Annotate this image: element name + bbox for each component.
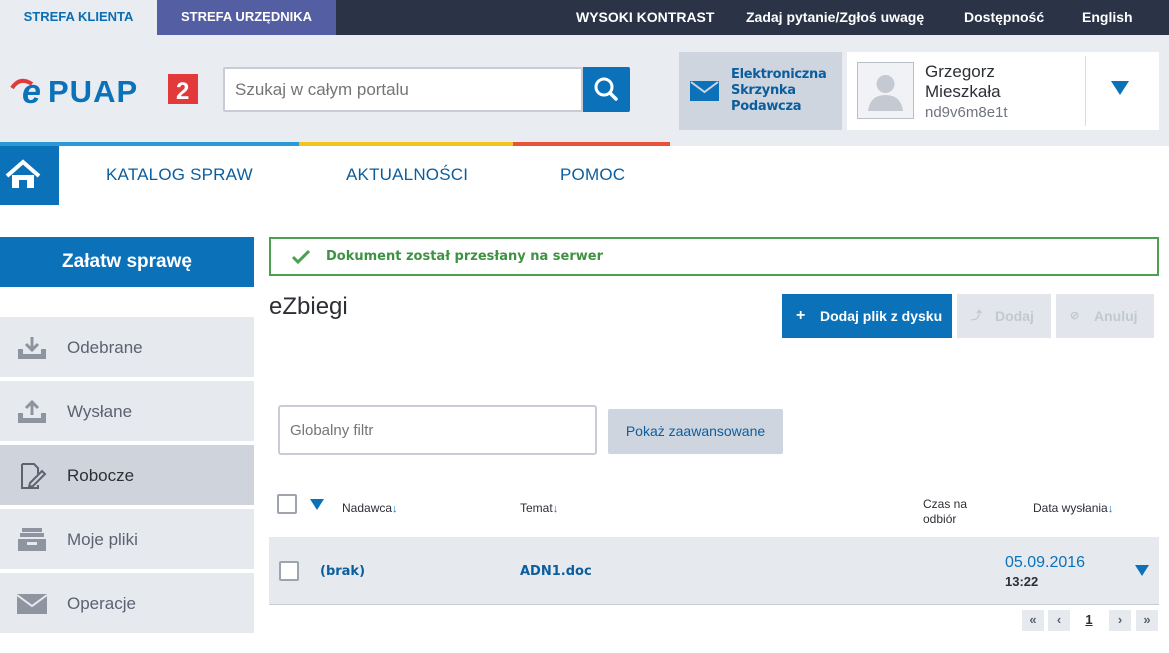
svg-text:PUAP: PUAP [48,74,138,108]
chevron-down-icon[interactable] [1134,564,1150,577]
sidebar-item-sent[interactable]: Wysłane [0,381,254,443]
upload-tray-icon [18,399,46,423]
cancel-label: Anuluj [1094,308,1138,324]
plus-icon: + [796,307,806,324]
ask-question-link[interactable]: Zadaj pytanie/Zgłoś uwagę [746,0,924,35]
sidebar-item-received[interactable]: Odebrane [0,317,254,379]
column-header-subject-label: Temat [520,501,553,515]
user-divider [1085,56,1086,126]
esp-label: Elektroniczna Skrzynka Podawcza [731,67,841,115]
user-panel[interactable]: Grzegorz Mieszkała nd9v6m8e1t [847,52,1159,130]
cancel-icon: ⊘ [1070,310,1080,322]
tab-official-zone[interactable]: STREFA URZĘDNIKA [157,0,336,35]
upload-arrow-icon: ⤴ [971,310,982,322]
table-row[interactable]: (brak) ADN1.doc 05.09.2016 13:22 [269,537,1159,605]
svg-text:2: 2 [176,78,189,105]
handle-case-button[interactable]: Załatw sprawę [0,237,254,287]
epuap-logo[interactable]: e PUAP 2 [10,72,200,108]
column-header-pickup-line1: Czas na [923,497,968,511]
envelope-icon [690,81,719,101]
column-header-pickup-line2: odbiór [923,512,957,526]
accessibility-link[interactable]: Dostępność [964,0,1044,35]
alert-message: Dokument został przesłany na serwer [326,249,603,264]
row-subject[interactable]: ADN1.doc [520,564,592,579]
pagination-current[interactable]: 1 [1078,610,1100,631]
success-alert: Dokument został przesłany na serwer [269,237,1159,276]
global-filter-input[interactable] [278,405,597,455]
pagination-last[interactable]: » [1136,610,1158,631]
pagination-prev[interactable]: ‹ [1048,610,1070,631]
row-checkbox[interactable] [279,561,299,581]
nav-help[interactable]: POMOC [560,146,625,205]
esp-label-line2: Skrzynka [731,83,796,98]
user-silhouette-icon [868,75,903,111]
user-last-name: Mieszkała [925,82,1001,101]
add-file-button[interactable]: + Dodaj plik z dysku [782,294,952,338]
file-drawer-icon [18,528,46,551]
add-label: Dodaj [995,308,1034,324]
chevron-down-icon[interactable] [309,498,325,511]
home-button[interactable] [0,146,59,205]
page-title: eZbiegi [269,293,348,320]
sidebar-item-operations[interactable]: Operacje [0,573,254,635]
sidebar-item-label: Robocze [67,466,135,485]
row-date: 05.09.2016 [1005,554,1086,571]
column-header-sender[interactable]: Nadawca↓ [342,501,398,515]
column-header-subject[interactable]: Temat↓ [520,501,558,515]
sort-arrow-icon: ↓ [1107,503,1114,515]
chevron-down-icon[interactable] [1110,80,1130,96]
user-first-name: Grzegorz [925,62,995,81]
home-icon [5,159,41,188]
add-button[interactable]: ⤴ Dodaj [957,294,1051,338]
column-header-sender-label: Nadawca [342,501,393,515]
svg-text:e: e [22,73,41,108]
search-button[interactable] [583,67,630,112]
row-time: 13:22 [1005,574,1039,589]
add-file-label: Dodaj plik z dysku [820,308,943,324]
esp-mailbox-button[interactable]: Elektroniczna Skrzynka Podawcza [679,52,842,130]
sort-arrow-icon: ↓ [392,503,398,515]
search-icon [594,77,618,101]
pagination-next[interactable]: › [1109,610,1131,631]
pagination-first[interactable]: « [1022,610,1044,631]
sidebar-item-my-files[interactable]: Moje pliki [0,509,254,571]
sidebar-item-label: Moje pliki [67,530,138,549]
column-header-sent-date[interactable]: Data wysłania↓ [1033,501,1113,515]
avatar [857,62,914,119]
esp-label-line1: Elektroniczna [731,67,827,82]
user-name: Grzegorz Mieszkała [925,62,1001,102]
high-contrast-link[interactable]: WYSOKI KONTRAST [576,0,714,35]
english-link[interactable]: English [1082,0,1133,35]
checkmark-icon [292,249,310,265]
cancel-button[interactable]: ⊘ Anuluj [1056,294,1154,338]
download-tray-icon [18,337,46,359]
nav-catalog[interactable]: KATALOG SPRAW [106,146,253,205]
envelope-icon [16,594,48,614]
show-advanced-button[interactable]: Pokaż zaawansowane [608,409,783,454]
row-sender[interactable]: (brak) [320,564,365,579]
nav-news[interactable]: AKTUALNOŚCI [346,146,468,205]
sidebar-item-drafts[interactable]: Robocze [0,445,254,507]
column-header-pickup-time[interactable]: Czas na odbiór [923,497,967,527]
column-header-sent-date-label: Data wysłania [1033,501,1108,515]
sidebar-item-label: Odebrane [67,338,143,357]
search-input[interactable] [223,67,583,112]
select-all-checkbox[interactable] [277,494,297,514]
edit-document-icon [21,463,47,489]
esp-label-line3: Podawcza [731,99,802,114]
sort-arrow-icon: ↓ [552,503,559,515]
tab-client-zone[interactable]: STREFA KLIENTA [0,0,157,35]
sidebar-item-label: Operacje [67,594,136,613]
sidebar-item-label: Wysłane [67,402,133,421]
user-login: nd9v6m8e1t [925,104,1008,121]
